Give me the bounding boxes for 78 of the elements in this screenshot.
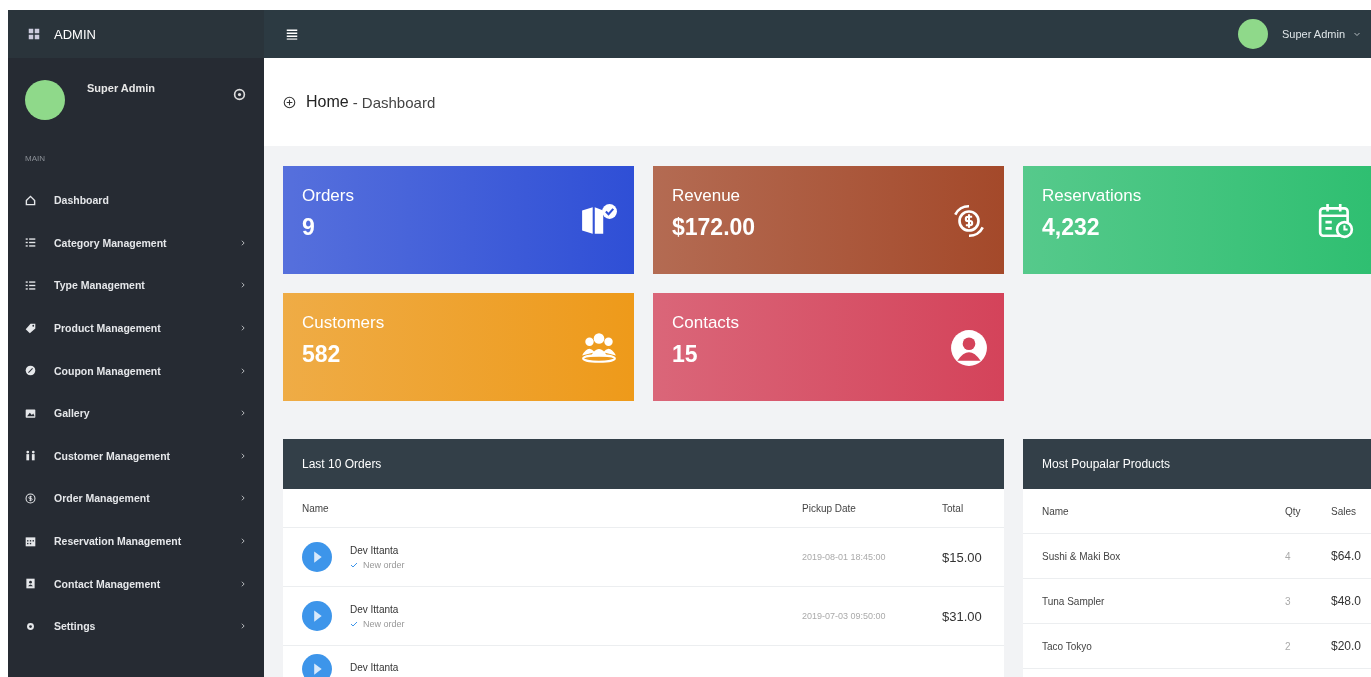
dollar-icon: [25, 492, 36, 504]
sidebar-item[interactable]: Coupon Management: [25, 349, 246, 392]
table-cell-text: Taco Tokyo: [1042, 640, 1093, 652]
sidebar-item[interactable]: Reservation Management: [25, 519, 246, 563]
column-header: Name: [302, 502, 330, 514]
table-cell-text: $48.0: [1331, 594, 1363, 608]
page-title: - Dashboard: [352, 93, 436, 111]
settings-icon: [25, 620, 36, 632]
panel-title: Last 10 Orders: [302, 457, 382, 471]
table-cell-text: Tuna Sampler: [1042, 595, 1106, 607]
sidebar-item[interactable]: Dashboard: [25, 179, 246, 222]
order-status: New order: [363, 618, 405, 629]
table-cell-text: 2019-07-03 09:50:00: [802, 611, 887, 621]
check-icon: [350, 619, 358, 628]
table-cell-text: 2019-08-01 18:45:00: [802, 552, 887, 562]
sidebar-item[interactable]: Category Management: [25, 221, 246, 265]
avatar: [1238, 19, 1268, 49]
contact-card-icon: [25, 578, 36, 590]
stat-label: Revenue: [672, 186, 742, 206]
sidebar-item[interactable]: Settings: [25, 604, 246, 648]
section-label: MAIN: [25, 154, 46, 163]
table-cell-text: $64.0: [1331, 549, 1363, 563]
play-circle-icon: [302, 601, 332, 631]
check-icon: [350, 560, 358, 569]
column-header: Total: [942, 502, 965, 514]
settings-icon: [233, 88, 246, 101]
column-header: Pickup Date: [802, 502, 857, 514]
tag-icon: [25, 322, 36, 334]
stat-value: 9: [302, 214, 316, 241]
table-cell-text: Sushi & Maki Box: [1042, 550, 1122, 562]
sidebar-item[interactable]: Product Management: [25, 306, 246, 350]
table-cell-text: $15.00: [942, 549, 983, 565]
customer-name: Dev Ittanta: [350, 544, 400, 556]
user-name: Super Admin: [87, 82, 157, 94]
table-cell-text: 2: [1285, 640, 1292, 652]
sidebar-item[interactable]: Order Management: [25, 477, 246, 520]
sidebar-item[interactable]: Gallery: [25, 391, 246, 435]
customer-name: Dev Ittanta: [350, 661, 399, 673]
column-header: Sales: [1331, 505, 1357, 517]
sidebar-item[interactable]: Customer Management: [25, 434, 246, 478]
chevron-down-icon: [1353, 30, 1361, 38]
order-status: New order: [363, 559, 405, 570]
column-header: Name: [1042, 505, 1070, 517]
stat-label: Reservations: [1042, 186, 1142, 206]
stat-label: Orders: [302, 186, 354, 206]
sidebar-item[interactable]: Contact Management: [25, 562, 246, 605]
table-cell-text: $20.0: [1331, 639, 1363, 653]
people-icon: [25, 450, 36, 462]
stat-value: $172.00: [672, 214, 756, 241]
stat-value: 15: [672, 341, 699, 368]
menu-button[interactable]: [286, 28, 298, 40]
stat-label: Contacts: [672, 313, 740, 333]
calendar-clock-icon: [1317, 202, 1355, 240]
column-header: Qty: [1285, 505, 1302, 517]
stat-value: 582: [302, 341, 342, 368]
customer-name: Dev Ittanta: [350, 603, 400, 615]
image-icon: [25, 407, 36, 419]
brand-name: ADMIN: [54, 26, 96, 42]
stat-value: 4,232: [1042, 214, 1101, 241]
plus-circle-icon: [283, 95, 296, 109]
menu-icon: [286, 28, 298, 40]
breadcrumb-link[interactable]: Home: [306, 93, 349, 111]
avatar: [25, 80, 65, 120]
user-menu[interactable]: Super Admin: [1238, 19, 1371, 49]
panel-title: Most Poupalar Products: [1042, 457, 1171, 471]
list-icon: [25, 280, 36, 291]
calendar-icon: [25, 535, 36, 547]
list-icon: [25, 237, 36, 249]
settings-button[interactable]: [233, 88, 246, 101]
play-circle-icon: [302, 542, 332, 572]
sidebar-item[interactable]: Type Management: [25, 264, 246, 307]
grid-icon: [28, 28, 40, 40]
table-cell-text: 3: [1285, 595, 1292, 607]
house-icon: [25, 194, 36, 206]
table-cell-text: $31.00: [942, 608, 983, 624]
stat-label: Customers: [302, 313, 385, 333]
user-icon: [950, 329, 988, 367]
table-cell-text: 4: [1285, 550, 1292, 562]
